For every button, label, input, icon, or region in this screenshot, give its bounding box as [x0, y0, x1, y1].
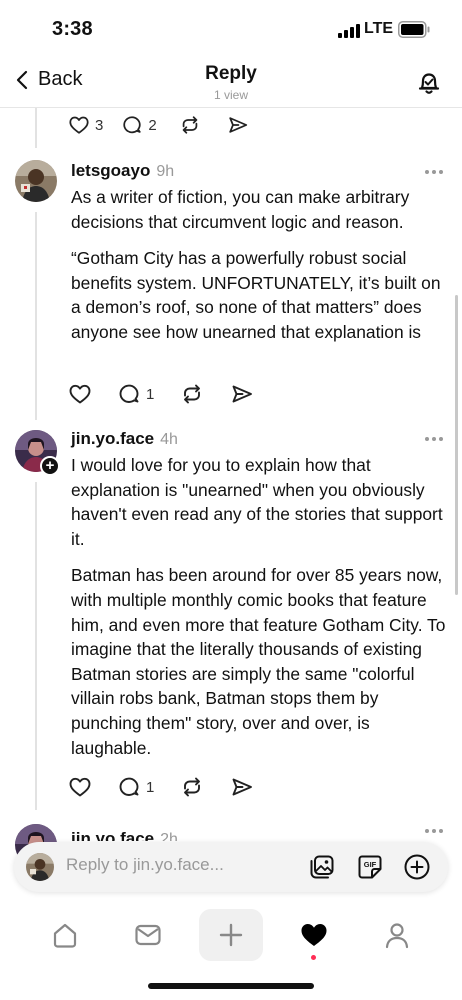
- like-button[interactable]: 3: [68, 114, 103, 136]
- tab-activity[interactable]: [282, 909, 346, 961]
- view-count: 1 view: [213, 88, 248, 102]
- home-indicator[interactable]: [148, 983, 314, 989]
- repost-button[interactable]: [179, 114, 201, 136]
- tab-profile[interactable]: [365, 909, 429, 961]
- reply-count: 1: [146, 385, 155, 403]
- thread-line: [35, 212, 37, 420]
- reply-button[interactable]: 2: [121, 114, 157, 136]
- post-body: I would love for you to explain how that…: [71, 453, 451, 772]
- username[interactable]: jin.yo.face: [71, 429, 154, 449]
- post-paragraph: “Gotham City has a powerfully robust soc…: [71, 248, 441, 342]
- activity-indicator-dot: [311, 955, 316, 960]
- like-count: 3: [95, 116, 104, 134]
- tab-create[interactable]: [199, 909, 263, 961]
- notification-bell-icon[interactable]: [414, 68, 444, 98]
- battery-icon: [398, 21, 430, 38]
- network-type: LTE: [364, 20, 394, 37]
- post-actions: 1: [68, 774, 254, 800]
- status-time: 3:38: [52, 18, 93, 40]
- timestamp: 4h: [160, 431, 178, 448]
- like-button[interactable]: [68, 775, 92, 799]
- scroll-indicator[interactable]: [455, 295, 458, 595]
- repost-icon: [184, 777, 201, 797]
- reply-count: 2: [148, 116, 157, 134]
- inbox-icon: [135, 924, 161, 946]
- send-icon: [232, 385, 253, 403]
- nav-header: Back Reply 1 view: [0, 58, 462, 108]
- comment-icon: [119, 777, 139, 796]
- username[interactable]: letsgoayo: [71, 161, 150, 181]
- comment-icon: [123, 116, 142, 134]
- thread-line: [35, 108, 37, 148]
- page-title: Reply: [205, 63, 257, 84]
- reply-button[interactable]: 1: [117, 382, 154, 406]
- repost-icon: [182, 116, 197, 134]
- cellular-signal-icon: [338, 24, 360, 38]
- heart-icon: [69, 116, 89, 134]
- svg-text:GIF: GIF: [364, 860, 377, 869]
- repost-button[interactable]: [180, 382, 204, 406]
- more-options-icon[interactable]: [425, 437, 443, 441]
- post-paragraph: I would love for you to explain how that…: [71, 455, 443, 549]
- post-body: As a writer of fiction, you can make arb…: [71, 185, 451, 357]
- reply-composer: GIF: [14, 842, 448, 892]
- tab-inbox[interactable]: [116, 909, 180, 961]
- gif-icon[interactable]: GIF: [356, 853, 384, 881]
- username[interactable]: jin.yo.face: [71, 829, 154, 841]
- avatar[interactable]: [15, 160, 57, 202]
- share-button[interactable]: [230, 775, 254, 799]
- send-icon: [229, 117, 247, 133]
- thread-line: [35, 482, 37, 810]
- send-icon: [232, 778, 253, 796]
- status-bar: 3:38 LTE: [0, 0, 462, 58]
- comment-icon: [119, 384, 139, 403]
- home-icon: [53, 923, 77, 948]
- avatar: [26, 853, 54, 881]
- reply-input[interactable]: [66, 855, 296, 875]
- timestamp: 9h: [156, 163, 175, 180]
- heart-icon: [69, 777, 91, 797]
- reply-button[interactable]: 1: [117, 775, 154, 799]
- repost-button[interactable]: [180, 775, 204, 799]
- timestamp: 2h: [160, 831, 178, 841]
- share-button[interactable]: [230, 382, 254, 406]
- tab-home[interactable]: [33, 909, 97, 961]
- add-circle-icon[interactable]: [403, 853, 431, 881]
- reply-count: 1: [146, 778, 155, 796]
- follow-plus-icon[interactable]: +: [40, 456, 60, 476]
- post-actions: 1: [68, 381, 254, 407]
- tab-bar: [0, 905, 462, 965]
- photo-gallery-icon[interactable]: [308, 853, 336, 881]
- share-button[interactable]: [227, 114, 249, 136]
- create-icon: [219, 923, 243, 947]
- profile-icon: [385, 923, 409, 949]
- parent-post-actions: 3 2: [68, 112, 249, 138]
- more-options-icon[interactable]: [425, 170, 443, 174]
- post-paragraph: Batman has been around for over 85 years…: [71, 565, 446, 758]
- post-paragraph: As a writer of fiction, you can make arb…: [71, 187, 410, 232]
- repost-icon: [184, 384, 201, 404]
- heart-icon: [69, 384, 91, 404]
- more-options-icon[interactable]: [425, 829, 443, 833]
- activity-icon: [301, 924, 327, 946]
- like-button[interactable]: [68, 382, 92, 406]
